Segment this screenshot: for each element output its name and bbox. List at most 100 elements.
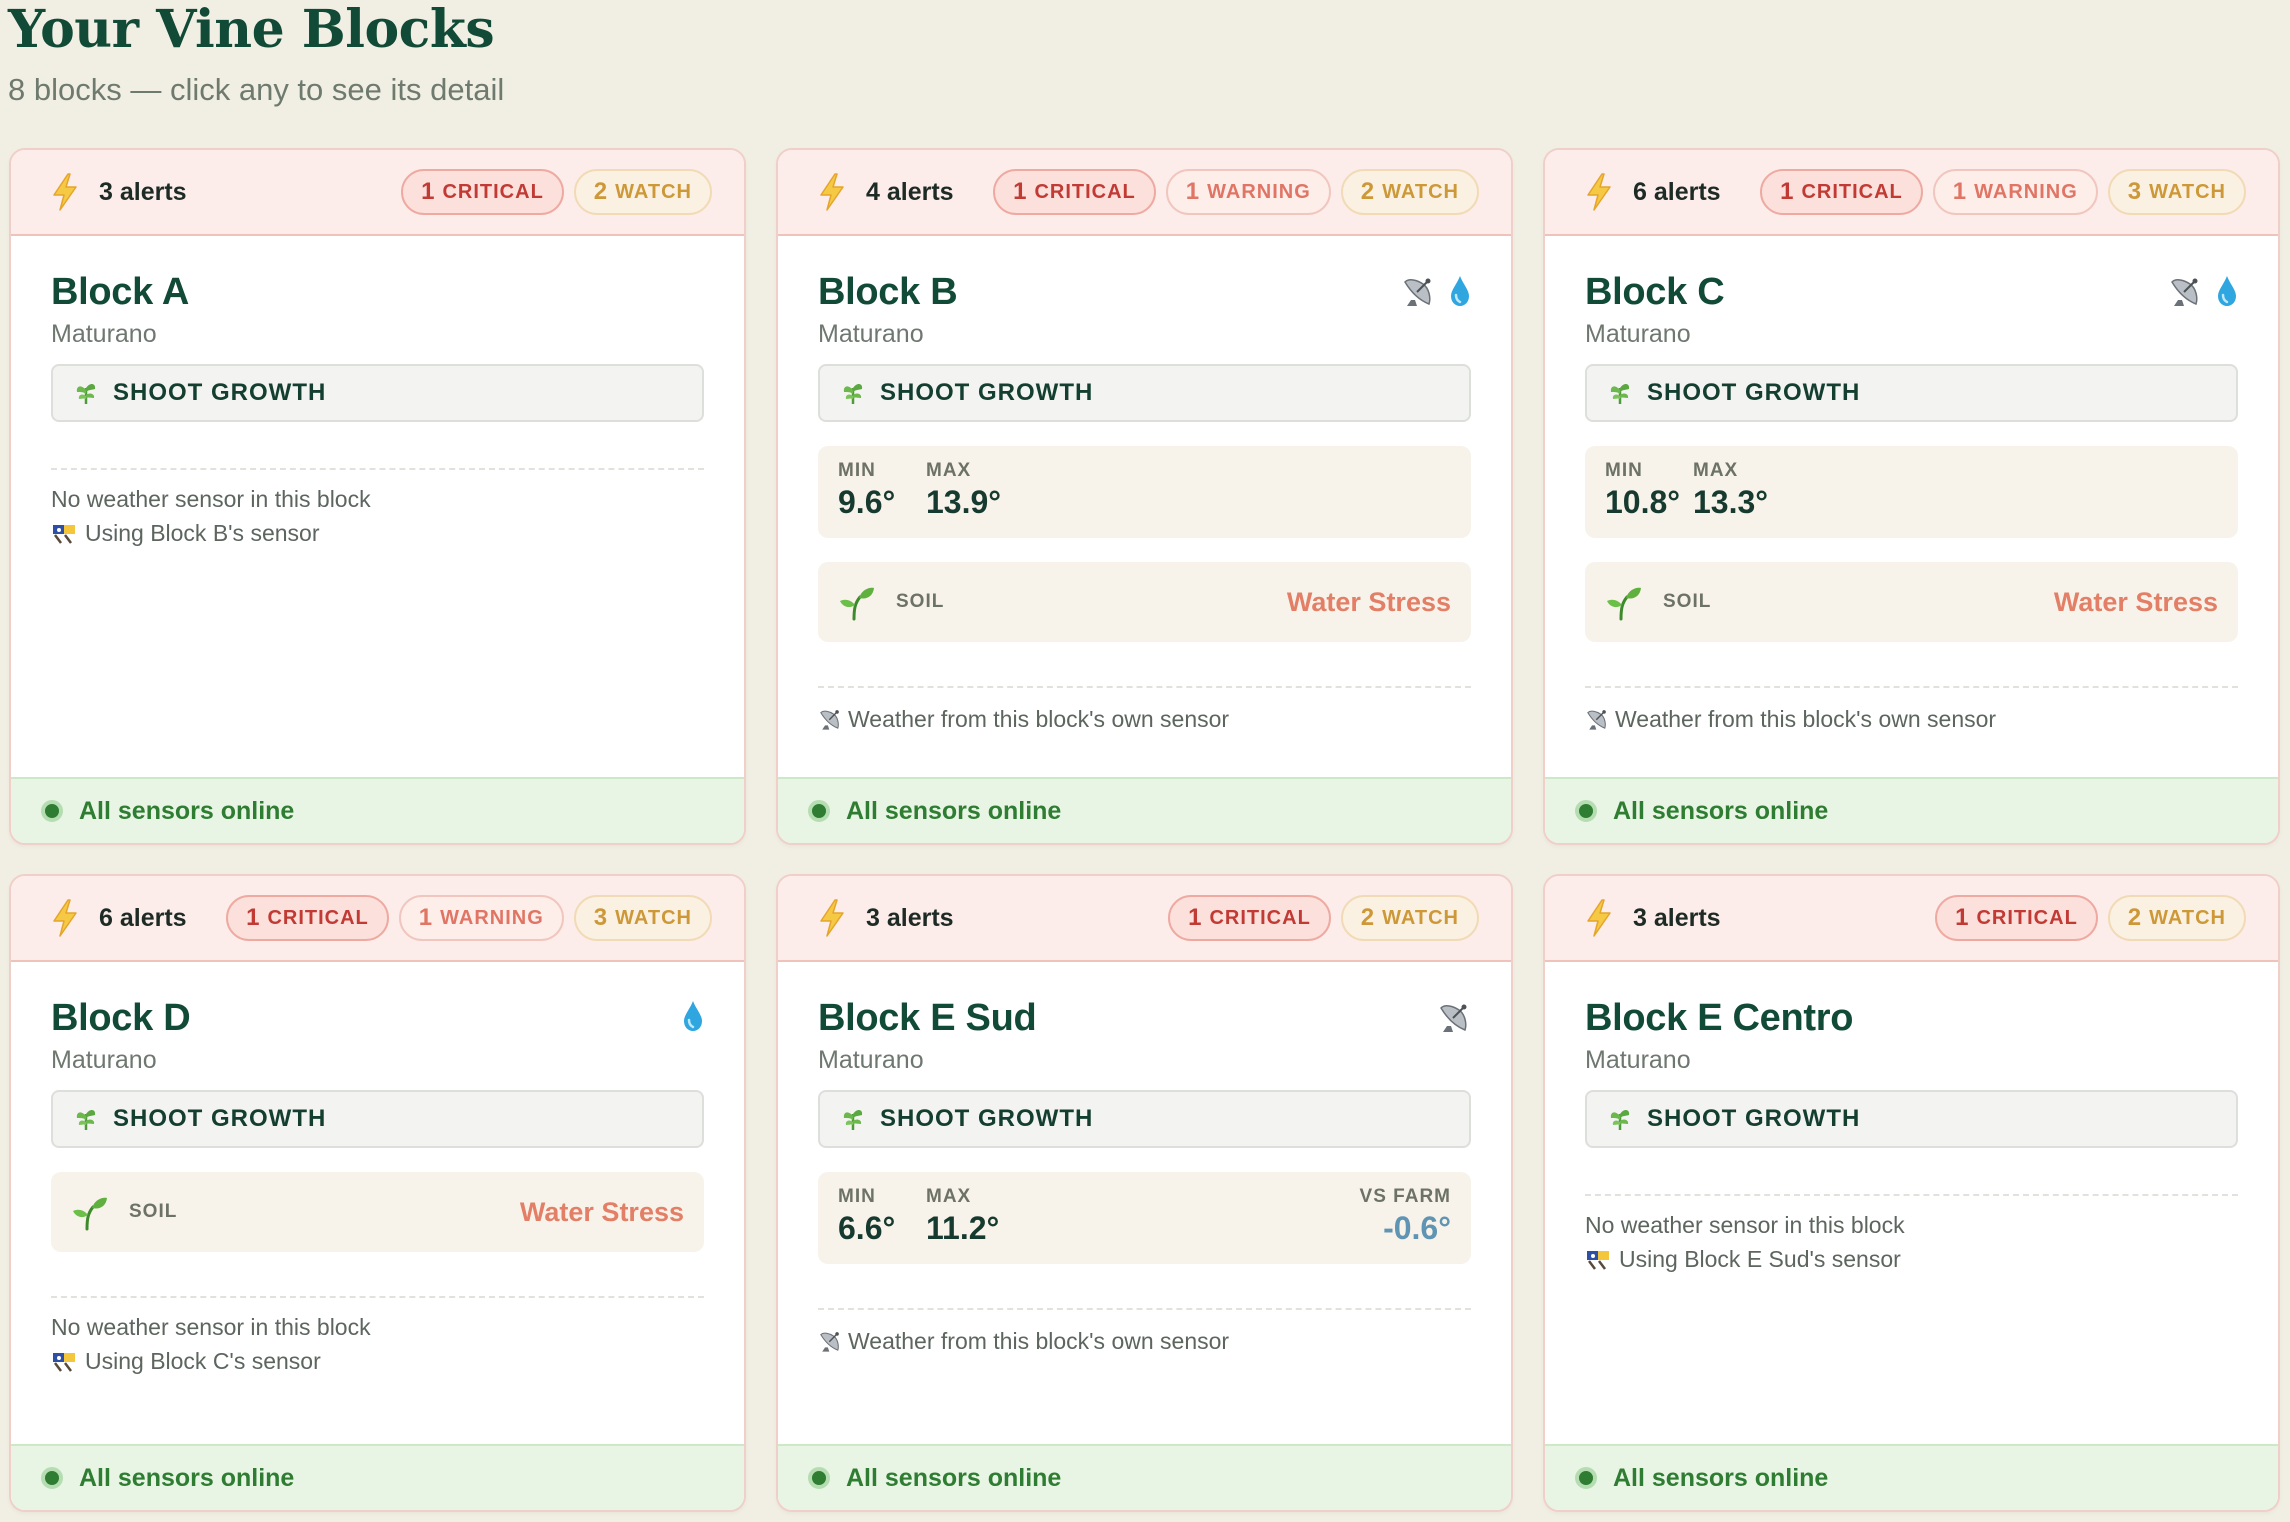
- no-sensor-note: No weather sensor in this block: [51, 1314, 371, 1340]
- critical-pill-count: 1: [1955, 904, 1969, 931]
- temperature-box: MIN 9.6° MAX 13.9°: [818, 446, 1471, 538]
- min-label: MIN: [1605, 460, 1643, 481]
- warning-pill-count: 1: [1185, 178, 1200, 205]
- critical-pill-count: 1: [421, 178, 435, 205]
- warning-pill-count: 1: [1952, 178, 1967, 205]
- online-dot-icon: [41, 800, 63, 822]
- leaf-icon: [76, 383, 96, 404]
- growth-stage-badge: SHOOT GROWTH: [1585, 1090, 2238, 1148]
- soil-value: Water Stress: [2053, 586, 2218, 617]
- min-label: MIN: [838, 1186, 876, 1207]
- critical-pill-count: 1: [1188, 904, 1202, 931]
- block-name: Block E Sud: [818, 997, 1037, 1039]
- borrowed-sensor-text: Using Block C's sensor: [85, 1348, 321, 1374]
- watch-pill-label: WATCH: [2149, 906, 2226, 929]
- critical-pill-count: 1: [1780, 178, 1794, 205]
- leaf-icon: [843, 1109, 863, 1130]
- growth-stage-badge: SHOOT GROWTH: [51, 364, 704, 422]
- divider: [1585, 1194, 2238, 1196]
- own-sensor-note: Weather from this block's own sensor: [818, 1324, 1471, 1358]
- card-body: Block B Maturano SHOOT GROWTH MIN 9.6° MAX 13.…: [778, 236, 1511, 777]
- max-label: MAX: [1693, 460, 1739, 481]
- critical-pill: 1 CRITICAL: [1935, 895, 2098, 941]
- block-variety: Maturano: [818, 320, 924, 348]
- soil-label: SOIL: [129, 1201, 178, 1222]
- critical-pill-label: CRITICAL: [267, 906, 369, 929]
- card-body: Block A Maturano SHOOT GROWTH No weather se…: [11, 236, 744, 777]
- block-card[interactable]: 6 alerts 1 CRITICAL 1 WARNING 3 WATCH Block D Ma…: [9, 874, 746, 1512]
- block-card[interactable]: 3 alerts 1 CRITICAL 2 WATCH Block E Centro Mat…: [1543, 874, 2280, 1512]
- block-card[interactable]: 3 alerts 1 CRITICAL 2 WATCH Block E Sud Matura…: [776, 874, 1513, 1512]
- growth-stage-badge: SHOOT GROWTH: [51, 1090, 704, 1148]
- soil-value: Water Stress: [1286, 586, 1451, 617]
- temperature-box: MIN 10.8° MAX 13.3°: [1585, 446, 2238, 538]
- watch-pill: 2 WATCH: [573, 169, 712, 215]
- alert-bar: 3 alerts 1 CRITICAL 2 WATCH: [778, 876, 1511, 962]
- divider: [1585, 686, 2238, 688]
- critical-pill-count: 1: [246, 904, 260, 931]
- sensor-status-footer: All sensors online: [11, 1444, 744, 1510]
- own-sensor-note: Weather from this block's own sensor: [1585, 702, 2238, 736]
- vs-farm-value: -0.6°: [1383, 1210, 1451, 1246]
- alert-count: 6 alerts: [99, 903, 187, 932]
- growth-stage-label: SHOOT GROWTH: [880, 379, 1094, 406]
- lightning-icon: [820, 173, 844, 211]
- watch-pill-count: 2: [2127, 904, 2142, 931]
- watch-pill: 2 WATCH: [1340, 169, 1479, 215]
- leaf-icon: [1610, 383, 1630, 404]
- satellite-icon: [820, 710, 839, 730]
- max-label: MAX: [926, 1186, 972, 1207]
- soil-value: Water Stress: [519, 1196, 684, 1227]
- min-value: 10.8°: [1605, 484, 1681, 520]
- warning-pill: 1 WARNING: [398, 895, 564, 941]
- vs-farm: VS FARM -0.6°: [1360, 1186, 1451, 1248]
- watch-pill-label: WATCH: [1382, 180, 1459, 203]
- block-name: Block B: [818, 271, 958, 313]
- max-value: 13.9°: [926, 484, 1002, 520]
- block-card[interactable]: 3 alerts 1 CRITICAL 2 WATCH Block A Maturano SH…: [9, 148, 746, 845]
- max-value: 13.3°: [1693, 484, 1769, 520]
- critical-pill-label: CRITICAL: [442, 180, 544, 203]
- leaf-icon: [76, 1109, 96, 1130]
- growth-stage-label: SHOOT GROWTH: [113, 1105, 327, 1132]
- leaf-icon: [1610, 1109, 1630, 1130]
- sprout-icon: [1607, 587, 1641, 621]
- own-sensor-text: Weather from this block's own sensor: [1615, 706, 1997, 732]
- watch-pill-count: 2: [593, 178, 608, 205]
- block-variety: Maturano: [51, 1046, 157, 1074]
- max-label: MAX: [926, 460, 972, 481]
- min-temp: MIN 6.6°: [838, 1186, 895, 1248]
- sensor-status-footer: All sensors online: [778, 777, 1511, 843]
- water-drop-icon: [2218, 276, 2236, 306]
- block-card[interactable]: 4 alerts 1 CRITICAL 1 WARNING 2 WATCH Block B Ma…: [776, 148, 1513, 845]
- min-value: 6.6°: [838, 1210, 896, 1246]
- sensor-status-text: All sensors online: [846, 1463, 1062, 1492]
- satellite-icon: [2171, 278, 2198, 306]
- warning-pill-label: WARNING: [1974, 180, 2078, 203]
- min-temp: MIN 10.8°: [1605, 460, 1680, 522]
- borrowed-sensor-note: Using Block B's sensor: [51, 516, 704, 550]
- satellite-icon: [1587, 710, 1606, 730]
- status-icons: [2168, 274, 2238, 308]
- critical-pill-label: CRITICAL: [1034, 180, 1136, 203]
- block-variety: Maturano: [1585, 320, 1691, 348]
- watch-pill: 3 WATCH: [573, 895, 712, 941]
- page-title: Your Vine Blocks: [8, 0, 495, 60]
- alert-count: 3 alerts: [866, 903, 954, 932]
- sensor-status-text: All sensors online: [1613, 796, 1829, 825]
- sensor-link-icon: [53, 1353, 75, 1372]
- watch-pill-label: WATCH: [615, 906, 692, 929]
- sensor-status-footer: All sensors online: [11, 777, 744, 843]
- lightning-icon: [820, 899, 844, 937]
- max-temp: MAX 13.3°: [1693, 460, 1768, 522]
- online-dot-icon: [808, 1467, 830, 1489]
- sensor-link-icon: [53, 525, 75, 544]
- borrowed-sensor-note: Using Block E Sud's sensor: [1585, 1242, 2238, 1276]
- watch-pill-count: 3: [593, 904, 608, 931]
- critical-pill-label: CRITICAL: [1209, 906, 1311, 929]
- watch-pill-label: WATCH: [615, 180, 692, 203]
- water-drop-icon: [1451, 276, 1469, 306]
- sensor-status-text: All sensors online: [79, 796, 295, 825]
- growth-stage-label: SHOOT GROWTH: [113, 379, 327, 406]
- block-card[interactable]: 6 alerts 1 CRITICAL 1 WARNING 3 WATCH Block C Ma…: [1543, 148, 2280, 845]
